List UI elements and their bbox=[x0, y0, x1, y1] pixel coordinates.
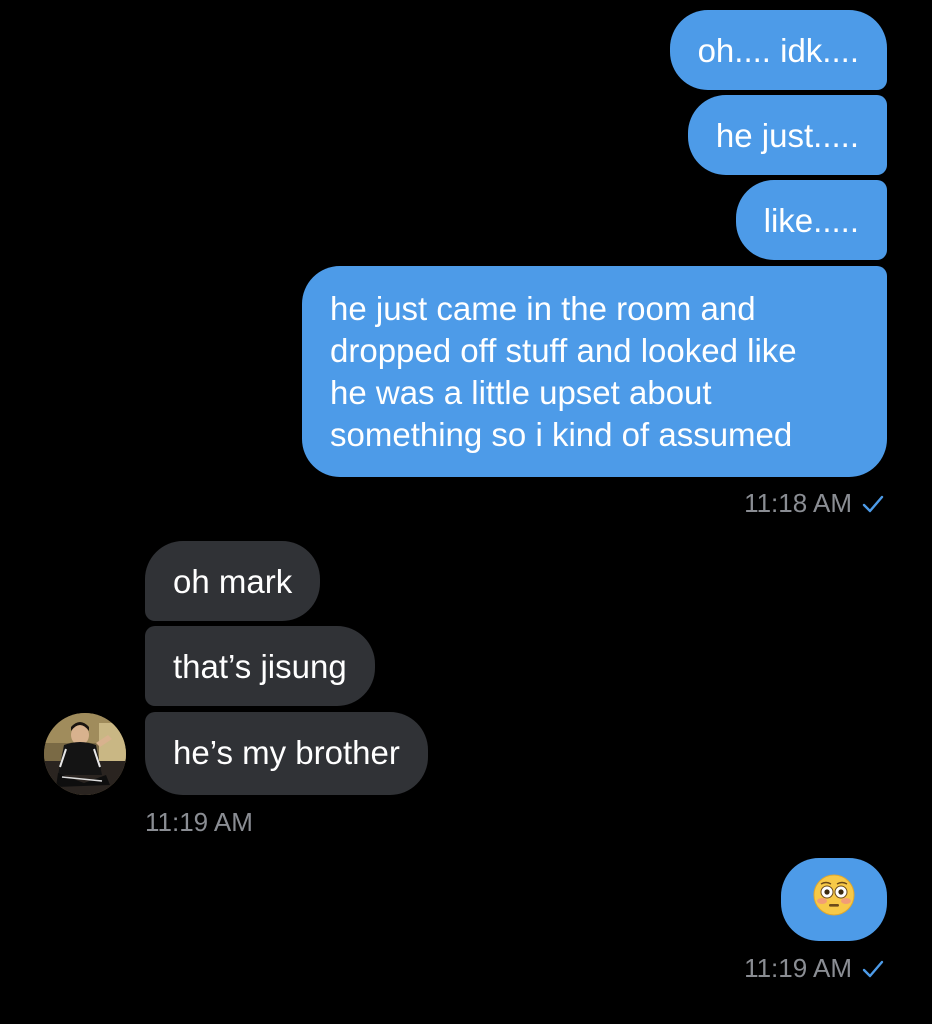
outgoing-message[interactable]: oh.... idk.... bbox=[669, 10, 887, 90]
message-timestamp: 11:19 AM bbox=[145, 807, 253, 838]
read-check-icon bbox=[862, 490, 884, 521]
outgoing-message[interactable] bbox=[781, 858, 887, 941]
message-text-line: he was a little upset about bbox=[330, 374, 712, 411]
timestamp-text: 11:19 AM bbox=[744, 953, 852, 983]
incoming-message[interactable]: he’s my brother bbox=[145, 712, 428, 795]
flushed-face-icon bbox=[813, 874, 855, 926]
message-text-line: he just came in the room and bbox=[330, 290, 756, 327]
outgoing-message[interactable]: like..... bbox=[735, 180, 887, 260]
outgoing-message[interactable]: he just..... bbox=[687, 95, 887, 175]
timestamp-text: 11:18 AM bbox=[744, 488, 852, 518]
incoming-message[interactable]: oh mark bbox=[145, 541, 321, 621]
message-text: oh mark bbox=[173, 563, 293, 600]
message-text: oh.... idk.... bbox=[697, 32, 859, 69]
contact-avatar[interactable] bbox=[44, 713, 126, 795]
message-text: that’s jisung bbox=[173, 648, 347, 685]
incoming-message[interactable]: that’s jisung bbox=[145, 626, 375, 706]
avatar-photo bbox=[44, 713, 126, 795]
timestamp-text: 11:19 AM bbox=[145, 807, 253, 837]
message-timestamp: 11:18 AM bbox=[744, 488, 884, 521]
message-text: he’s my brother bbox=[173, 734, 400, 771]
chat-screen: oh.... idk.... he just..... like..... he… bbox=[0, 0, 932, 1024]
message-timestamp: 11:19 AM bbox=[744, 953, 884, 986]
message-text: he just..... bbox=[715, 117, 859, 154]
message-text-line: dropped off stuff and looked like bbox=[330, 332, 797, 369]
message-text-line: something so i kind of assumed bbox=[330, 416, 793, 453]
message-text: like..... bbox=[763, 202, 859, 239]
read-check-icon bbox=[862, 955, 884, 986]
outgoing-message[interactable]: he just came in the room and dropped off… bbox=[302, 266, 887, 477]
